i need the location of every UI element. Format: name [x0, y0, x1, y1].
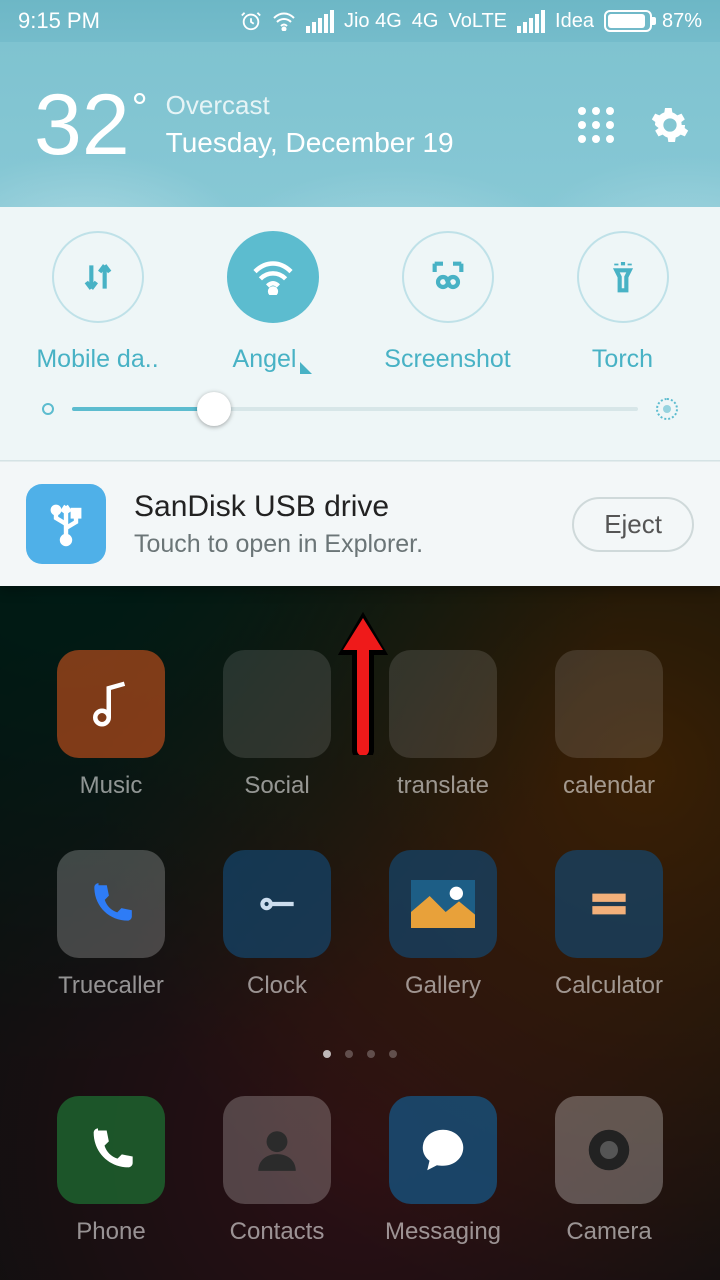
dock-phone[interactable]: Phone — [36, 1096, 186, 1246]
app-label: Contacts — [230, 1218, 325, 1246]
quick-toggles: Mobile da.. Angel Screenshot Torch — [0, 207, 720, 461]
carrier1-extra: 4G — [412, 10, 439, 33]
alarm-icon — [240, 10, 262, 32]
degree-symbol: ° — [132, 88, 148, 168]
app-calculator[interactable]: Calculator — [534, 850, 684, 1000]
slider-thumb[interactable] — [197, 392, 231, 426]
dock-camera[interactable]: Camera — [534, 1096, 684, 1246]
app-label: Clock — [247, 972, 307, 1000]
app-gallery[interactable]: Gallery — [368, 850, 518, 1000]
weather-panel[interactable]: 32 ° Overcast Tuesday, December 19 — [0, 42, 720, 207]
app-label: Music — [80, 772, 143, 800]
carrier1-net: Jio 4G — [344, 10, 402, 33]
app-label: Camera — [566, 1218, 651, 1246]
notification-usb[interactable]: SanDisk USB drive Touch to open in Explo… — [0, 461, 720, 586]
battery-pct: 87% — [662, 10, 702, 33]
app-label: Messaging — [385, 1218, 501, 1246]
app-clock[interactable]: Clock — [202, 850, 352, 1000]
temperature: 32 ° — [34, 82, 148, 168]
carrier2: Idea — [555, 10, 594, 33]
dock-contacts[interactable]: Contacts — [202, 1096, 352, 1246]
eject-button[interactable]: Eject — [572, 497, 694, 552]
app-label: calendar — [563, 772, 655, 800]
wifi-icon — [251, 259, 295, 295]
page-dots — [0, 1050, 720, 1058]
app-label: Gallery — [405, 972, 481, 1000]
statusbar: 9:15 PM Jio 4G 4G VoLTE Idea 87% — [0, 0, 720, 42]
toggle-mobile-data[interactable]: Mobile da.. — [13, 231, 183, 374]
apps-grid-icon[interactable] — [578, 107, 614, 143]
toggle-screenshot[interactable]: Screenshot — [363, 231, 533, 374]
mobile-data-icon — [78, 257, 118, 297]
app-label: translate — [397, 772, 489, 800]
toggle-label: Mobile da.. — [36, 345, 158, 374]
dropdown-icon — [300, 362, 312, 374]
wifi-icon — [272, 11, 296, 31]
annotation-arrow — [328, 600, 398, 755]
slider-track[interactable] — [72, 407, 638, 411]
app-label: Calculator — [555, 972, 663, 1000]
notif-subtitle: Touch to open in Explorer. — [134, 530, 544, 559]
app-label: Social — [244, 772, 309, 800]
screenshot-icon — [426, 257, 470, 297]
toggle-label: Torch — [592, 345, 653, 374]
toggle-torch[interactable]: Torch — [538, 231, 708, 374]
app-label: Truecaller — [58, 972, 164, 1000]
app-label: Phone — [76, 1218, 145, 1246]
brightness-min-icon — [42, 403, 54, 415]
battery-icon — [604, 10, 652, 32]
notification-shade: 9:15 PM Jio 4G 4G VoLTE Idea 87% 32 ° Ov… — [0, 0, 720, 586]
brightness-slider[interactable] — [0, 374, 720, 448]
statusbar-time: 9:15 PM — [18, 8, 100, 34]
torch-icon — [603, 257, 643, 297]
usb-icon — [26, 484, 106, 564]
dock: Phone Contacts Messaging Camera — [0, 1074, 720, 1280]
weather-date: Tuesday, December 19 — [166, 127, 454, 159]
temp-value: 32 — [34, 82, 130, 168]
volte-label: VoLTE — [448, 10, 507, 33]
signal-icon-1 — [306, 10, 334, 33]
toggle-label: Screenshot — [384, 345, 510, 374]
weather-condition: Overcast — [166, 90, 454, 121]
signal-icon-2 — [517, 10, 545, 33]
brightness-max-icon — [656, 398, 678, 420]
app-music[interactable]: Music — [36, 650, 186, 800]
gear-icon[interactable] — [650, 105, 690, 145]
toggle-label: Angel — [233, 345, 313, 374]
folder-calendar[interactable]: calendar — [534, 650, 684, 800]
app-truecaller[interactable]: Truecaller — [36, 850, 186, 1000]
dock-messaging[interactable]: Messaging — [368, 1096, 518, 1246]
toggle-wifi[interactable]: Angel — [188, 231, 358, 374]
notif-title: SanDisk USB drive — [134, 490, 544, 524]
